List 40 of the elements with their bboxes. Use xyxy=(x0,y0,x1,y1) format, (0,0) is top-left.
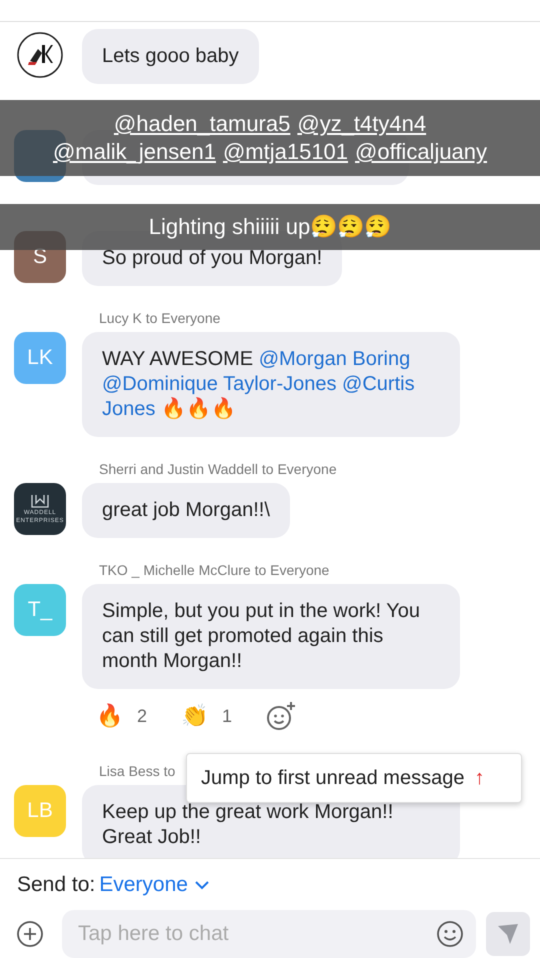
mention-link[interactable]: @Dominique Taylor-Jones xyxy=(102,373,336,395)
send-to-label: Send to: xyxy=(17,872,96,896)
reaction-count: 1 xyxy=(222,706,232,726)
sender-name: Sherri and Justin Waddell to Everyone xyxy=(99,461,337,477)
message-text: Lets gooo baby xyxy=(102,44,239,69)
message-text: great job Morgan!!\ xyxy=(102,498,270,523)
sender-name: Lisa Bess to xyxy=(99,763,176,779)
mention-link[interactable]: @Curtis xyxy=(342,373,415,395)
message-text: So proud of you Morgan! xyxy=(102,246,322,271)
sender-name: Lucy K to Everyone xyxy=(99,310,220,326)
jump-to-unread-button[interactable]: Jump to first unread message ↑ xyxy=(186,753,522,803)
caption-text: Lighting shiiiii up😮‍💨😮‍💨😮‍💨 xyxy=(148,214,392,240)
add-reaction-icon[interactable] xyxy=(266,701,296,731)
reaction-chip[interactable]: 🔥 2 xyxy=(96,703,148,729)
avatar: T_ xyxy=(14,584,66,636)
reaction-count: 2 xyxy=(137,706,148,726)
chat-input-field[interactable]: Tap here to chat xyxy=(62,910,476,958)
send-icon xyxy=(496,922,520,946)
caption-mention[interactable]: @malik_jensen1 xyxy=(52,138,216,166)
emoji-icon[interactable] xyxy=(436,920,464,948)
message-text: WAY AWESOME @Morgan Boring @Dominique Taylor-Jones @Curtis Jones 🔥🔥🔥 xyxy=(102,347,416,422)
caption-mention[interactable]: @mtja15101 xyxy=(222,138,348,166)
caption-mention[interactable]: @haden_tamura5 xyxy=(114,110,290,138)
send-button[interactable] xyxy=(486,912,530,956)
message-text: Keep up the great work Morgan!! Great Job!! xyxy=(102,800,394,850)
caption-mention[interactable]: @officaljuany xyxy=(355,138,488,166)
sender-name: TKO _ Michelle McClure to Everyone xyxy=(99,562,330,578)
recipient-dropdown[interactable]: Everyone xyxy=(99,872,210,896)
reaction-emoji: 🔥 xyxy=(96,703,123,729)
building-icon xyxy=(31,494,49,508)
message-text: Simple, but you put in the work! You can still get promoted again this month Morgan!! xyxy=(102,599,421,674)
reaction-chip[interactable]: 👏 1 xyxy=(181,703,232,729)
avatar: LB xyxy=(14,785,66,837)
chevron-down-icon xyxy=(194,880,210,890)
avatar: LK xyxy=(14,332,66,384)
mention-link[interactable]: Jones xyxy=(102,398,156,420)
caption-mention[interactable]: @yz_t4ty4n4 xyxy=(297,110,426,138)
add-icon[interactable] xyxy=(16,920,44,948)
reaction-emoji: 👏 xyxy=(181,703,208,729)
mention-link[interactable]: @Morgan Boring xyxy=(258,348,410,370)
